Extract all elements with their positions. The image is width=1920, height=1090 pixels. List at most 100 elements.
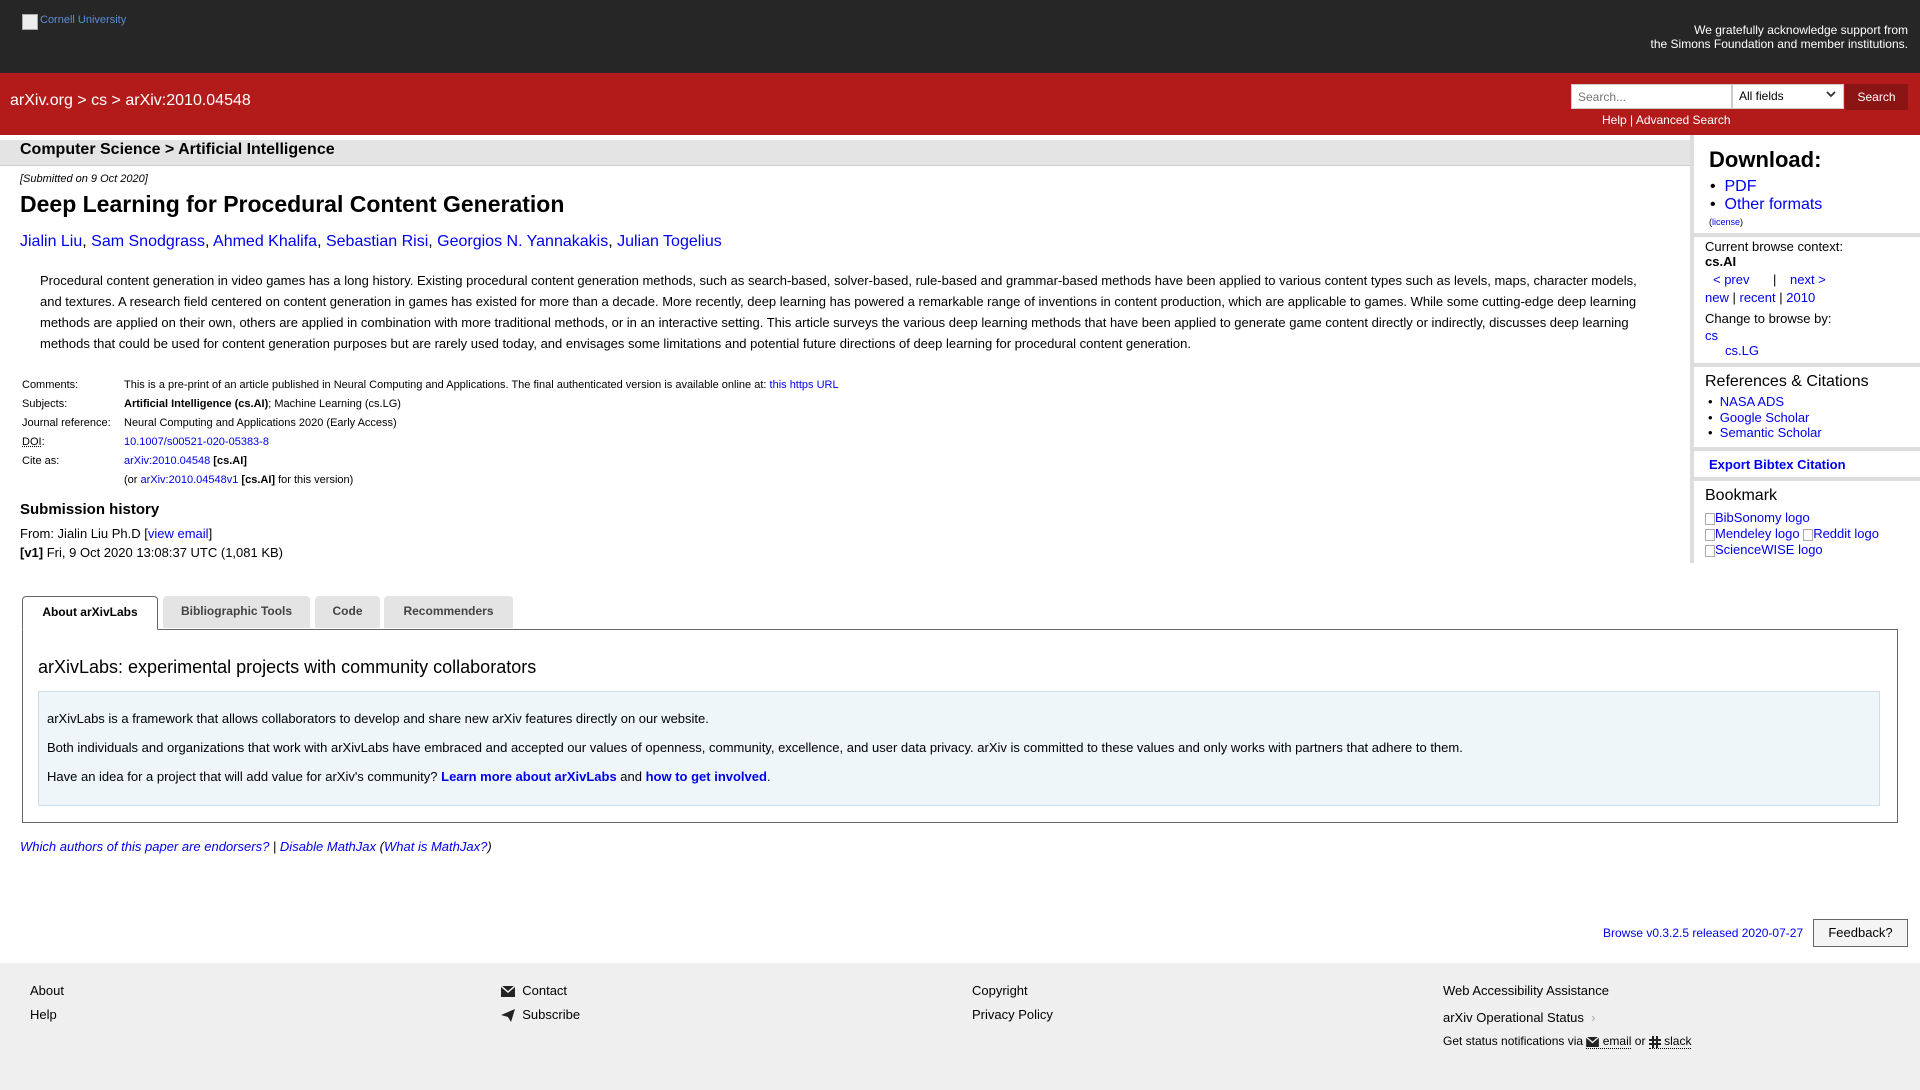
tab-bibliographic-tools[interactable]: Bibliographic Tools	[163, 596, 310, 628]
bullet: •	[1708, 394, 1720, 409]
submitter-line: From: Jialin Liu Ph.D [view email]	[20, 526, 212, 541]
comments-text: This is a pre-print of an article publis…	[124, 378, 770, 391]
browse-version-link[interactable]: Browse v0.3.2.5 released 2020-07-27	[1603, 926, 1803, 940]
footer-accessibility-link[interactable]: Web Accessibility Assistance	[1443, 983, 1609, 998]
author-link[interactable]: Sebastian Risi	[326, 233, 428, 250]
cite-category: [cs.AI]	[213, 454, 247, 467]
feedback-button[interactable]: Feedback?	[1813, 919, 1908, 947]
get-involved-link[interactable]: how to get involved	[646, 769, 767, 784]
author-link[interactable]: Julian Togelius	[617, 233, 722, 250]
breadcrumb-cs[interactable]: cs	[91, 92, 107, 109]
cite-id-link[interactable]: arXiv:2010.04548	[124, 455, 210, 467]
search-field-select[interactable]: All fields	[1732, 84, 1844, 109]
envelope-icon	[501, 983, 515, 998]
author-link[interactable]: Ahmed Khalifa	[213, 233, 317, 250]
download-heading: Download:	[1709, 147, 1822, 172]
breadcrumb-arxiv[interactable]: arXiv.org	[10, 92, 73, 109]
email-notify-link[interactable]: email	[1586, 1034, 1632, 1049]
sciencewise-link[interactable]: ScienceWISE logo	[1705, 542, 1823, 557]
bibsonomy-alt: BibSonomy logo	[1715, 510, 1810, 525]
download-section: Download: • PDF • Other formats (license…	[1694, 135, 1920, 237]
references-section: References & Citations • NASA ADS • Goog…	[1694, 367, 1920, 451]
table-row: DOI: 10.1007/s00521-020-05383-8	[20, 432, 841, 451]
view-email-link[interactable]: view email	[148, 526, 209, 541]
footer-help-link[interactable]: Help	[30, 1007, 57, 1022]
slack-notify-link[interactable]: slack	[1648, 1034, 1692, 1049]
footer-copyright-link[interactable]: Copyright	[972, 983, 1028, 998]
bullet: •	[1710, 196, 1725, 213]
labs-heading: arXivLabs: experimental projects with co…	[38, 657, 537, 677]
other-formats-link[interactable]: Other formats	[1725, 196, 1823, 213]
doi-link[interactable]: 10.1007/s00521-020-05383-8	[124, 436, 269, 448]
browse-cs-lg-link[interactable]: cs.LG	[1725, 343, 1759, 358]
paper-plane-icon	[501, 1007, 515, 1023]
sidebar: Download: • PDF • Other formats (license…	[1690, 135, 1920, 563]
pipe: |	[1732, 290, 1736, 305]
table-row: (or arXiv:2010.04548v1 [cs.AI] for this …	[20, 470, 841, 489]
sciencewise-alt: ScienceWISE logo	[1715, 542, 1823, 557]
submission-date: [Submitted on 9 Oct 2020]	[20, 173, 148, 185]
help-link[interactable]: Help	[1602, 113, 1627, 127]
breadcrumb-separator: >	[77, 92, 87, 109]
endorsers-link[interactable]: Which authors of this paper are endorser…	[20, 839, 269, 854]
browse-cs-link[interactable]: cs	[1705, 328, 1718, 343]
reddit-link[interactable]: Reddit logo	[1803, 526, 1879, 541]
footer-status-link[interactable]: arXiv Operational Status ›	[1443, 1010, 1595, 1025]
subject-header: Computer Science > Artificial Intelligen…	[0, 140, 1690, 166]
search-button[interactable]: Search	[1845, 84, 1908, 110]
bibsonomy-link[interactable]: BibSonomy logo	[1705, 510, 1810, 525]
pdf-item: • PDF	[1710, 178, 1757, 196]
footer-subscribe-link[interactable]: Subscribe	[501, 1007, 580, 1023]
cite-label: Cite as:	[22, 454, 60, 467]
nasa-item: • NASA ADS	[1708, 394, 1784, 409]
advanced-search-link[interactable]: Advanced Search	[1636, 113, 1731, 127]
disable-mathjax-link[interactable]: Disable MathJax	[280, 839, 376, 854]
tab-code[interactable]: Code	[315, 596, 380, 628]
paren: )	[487, 839, 492, 854]
export-bibtex-link[interactable]: Export Bibtex Citation	[1709, 457, 1846, 472]
cite-version-link[interactable]: arXiv:2010.04548v1	[141, 474, 239, 486]
cornell-logo[interactable]: Cornell University	[22, 14, 126, 30]
author-link[interactable]: Jialin Liu	[20, 233, 82, 250]
year-link[interactable]: 2010	[1786, 290, 1815, 305]
footer-about-link[interactable]: About	[30, 983, 64, 998]
pdf-link[interactable]: PDF	[1725, 178, 1757, 195]
what-is-mathjax-link[interactable]: What is MathJax?	[384, 839, 487, 854]
new-link[interactable]: new	[1705, 290, 1729, 305]
google-scholar-link[interactable]: Google Scholar	[1720, 410, 1810, 425]
comments-value: This is a pre-print of an article publis…	[122, 375, 841, 394]
support-line-1: We gratefully acknowledge support from	[1694, 23, 1908, 37]
semantic-scholar-link[interactable]: Semantic Scholar	[1720, 425, 1822, 440]
bookmark-section: Bookmark BibSonomy logo Mendeley logo Re…	[1694, 481, 1920, 563]
license-link[interactable]: license	[1712, 217, 1740, 227]
prev-link[interactable]: < prev	[1713, 272, 1750, 287]
references-heading: References & Citations	[1705, 373, 1869, 390]
slack-label: slack	[1664, 1034, 1692, 1048]
support-line-2: the Simons Foundation and member institu…	[1650, 37, 1908, 51]
recent-link[interactable]: recent	[1740, 290, 1776, 305]
author-link[interactable]: Georgios N. Yannakakis	[437, 233, 608, 250]
license-item: (license)	[1709, 217, 1744, 227]
learn-more-link[interactable]: Learn more about arXivLabs	[441, 769, 617, 784]
nasa-ads-link[interactable]: NASA ADS	[1720, 394, 1784, 409]
mendeley-link[interactable]: Mendeley logo	[1705, 526, 1800, 541]
tab-about-arxivlabs[interactable]: About arXivLabs	[22, 596, 158, 630]
next-link[interactable]: next >	[1790, 272, 1826, 287]
browse-context-section: Current browse context: cs.AI < prev | n…	[1694, 237, 1920, 367]
comments-url-link[interactable]: this https URL	[770, 379, 839, 391]
status-notifications: Get status notifications via email or sl…	[1443, 1034, 1692, 1049]
submitter-text: From: Jialin Liu Ph.D [	[20, 526, 148, 541]
author-list: Jialin Liu, Sam Snodgrass, Ahmed Khalifa…	[20, 233, 722, 250]
breadcrumb-paper-id[interactable]: arXiv:2010.04548	[125, 92, 250, 109]
subjects-label: Subjects:	[22, 397, 68, 410]
support-acknowledgement: We gratefully acknowledge support from t…	[1651, 23, 1908, 51]
tab-recommenders[interactable]: Recommenders	[384, 596, 513, 628]
change-browse-label: Change to browse by:	[1705, 311, 1832, 326]
context-label: Current browse context:	[1705, 239, 1844, 254]
or-text: or	[1631, 1034, 1649, 1048]
version-line: [v1] Fri, 9 Oct 2020 13:08:37 UTC (1,081…	[20, 545, 283, 560]
search-input[interactable]	[1571, 84, 1732, 109]
footer-contact-link[interactable]: Contact	[501, 983, 567, 998]
footer-privacy-link[interactable]: Privacy Policy	[972, 1007, 1053, 1022]
author-link[interactable]: Sam Snodgrass	[91, 233, 205, 250]
